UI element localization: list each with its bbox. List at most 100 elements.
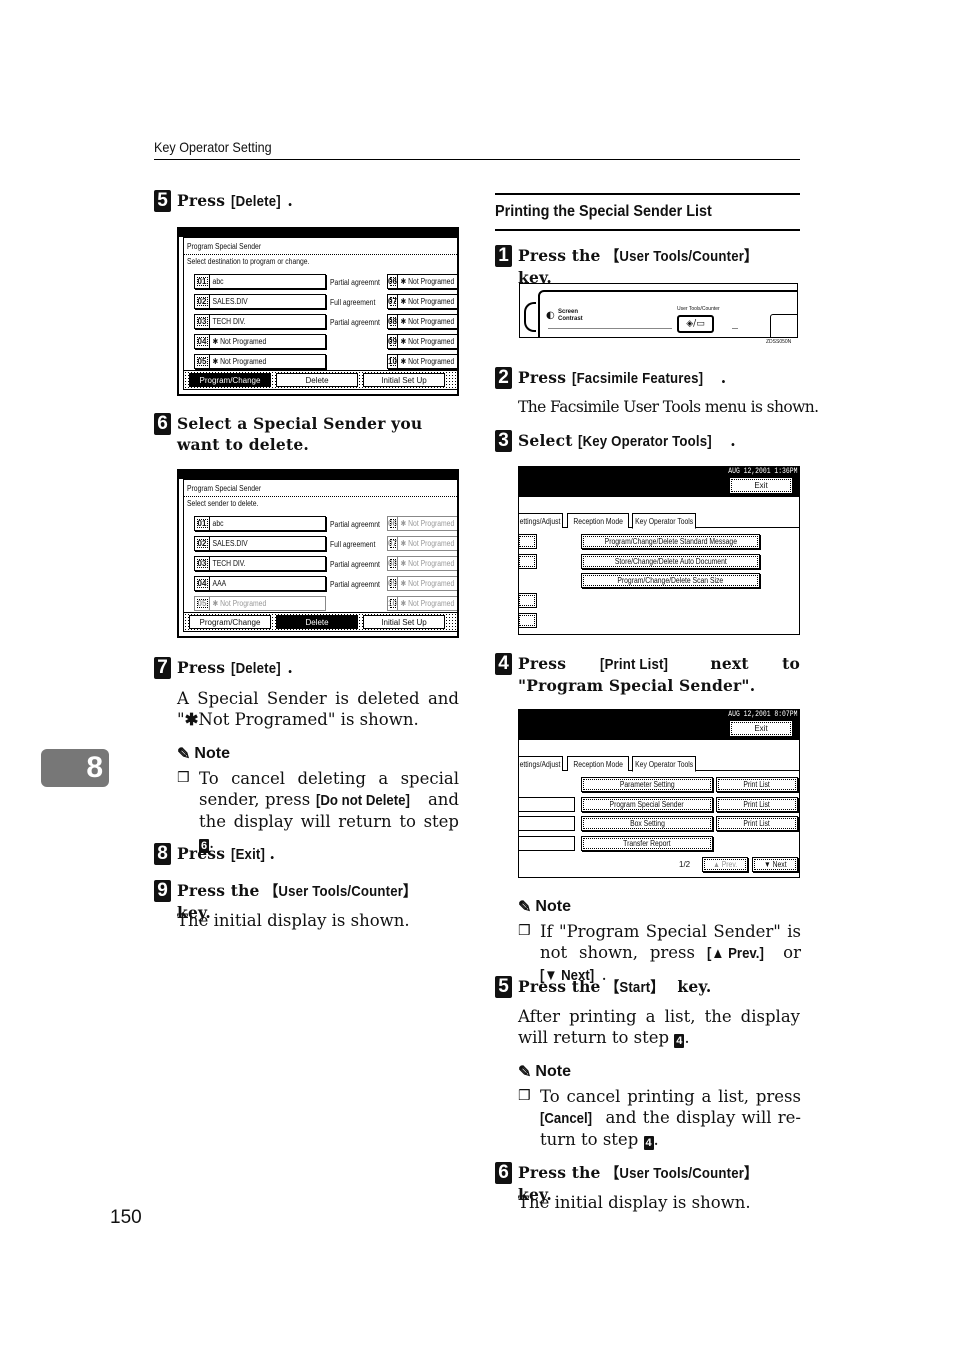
sender-entry[interactable]: 04 ✱ Not Programed bbox=[194, 334, 326, 349]
step-number: 1 bbox=[495, 245, 512, 267]
next-button[interactable]: ▼ Next bbox=[752, 857, 798, 872]
entry-name: abc bbox=[212, 277, 224, 286]
section-title: Printing the Special Sender List bbox=[495, 193, 800, 231]
entry-name: ✱ Not Programed bbox=[400, 559, 455, 568]
print-list-special-sender-button[interactable]: Print List bbox=[716, 797, 798, 812]
sender-entry[interactable]: 01 abc bbox=[194, 274, 326, 289]
entry-number: 07 bbox=[388, 537, 398, 550]
entry-number: 02 bbox=[195, 295, 210, 308]
match-type: Partial agreemnt bbox=[330, 318, 380, 327]
entry-number: 08 bbox=[388, 315, 398, 328]
step-number: 8 bbox=[154, 843, 171, 865]
sender-entry[interactable]: 09 ✱ Not Programed bbox=[387, 334, 457, 349]
entry-number: 01 bbox=[195, 517, 210, 530]
entry-number: 05 bbox=[195, 355, 210, 368]
entry-number: 03 bbox=[195, 315, 210, 328]
sender-entry[interactable]: 07 ✱ Not Programed bbox=[387, 294, 457, 309]
screen-select-sender-to-delete: Program Special Sender Select sender to … bbox=[177, 469, 459, 638]
menu-button-stub[interactable] bbox=[519, 534, 537, 549]
key-prev: [▲ Prev.] bbox=[706, 945, 764, 962]
menu-button-stub[interactable] bbox=[519, 593, 537, 608]
running-head: Key Operator Setting bbox=[154, 139, 272, 155]
entry-name: ✱ Not Programed bbox=[400, 357, 455, 366]
entry-number: 04 bbox=[195, 577, 210, 590]
entry-number: 10 bbox=[388, 355, 398, 368]
tab-key-operator-tools[interactable]: Key Operator Tools bbox=[632, 513, 696, 529]
sender-entry[interactable]: 06 ✱ Not Programed bbox=[387, 516, 457, 531]
match-type: Partial agreemnt bbox=[330, 560, 380, 569]
figure-code: ZDSS050N bbox=[766, 339, 792, 345]
sender-entry[interactable]: 02 SALES.DIV bbox=[194, 536, 326, 551]
screen-program-special-sender: Program Special Sender Select destinatio… bbox=[177, 227, 459, 396]
key-user-tools-counter: 【User Tools/Counter】 bbox=[265, 883, 417, 900]
page-indicator: 1/2 bbox=[679, 860, 691, 869]
store-change-delete-auto-document-button[interactable]: Store/Change/Delete Auto Document bbox=[581, 554, 760, 569]
tab-settings-adjust[interactable]: ettings/Adjust bbox=[519, 756, 563, 771]
initial-set-up-button[interactable]: Initial Set Up bbox=[363, 615, 445, 629]
step-5-start: 5 Press the 【Start】 key. bbox=[495, 976, 805, 998]
page-number: 150 bbox=[110, 1207, 142, 1228]
transfer-report-button[interactable]: Transfer Report bbox=[581, 836, 713, 851]
entry-name: ✱ Not Programed bbox=[400, 539, 455, 548]
tab-reception-mode[interactable]: Reception Mode bbox=[567, 756, 629, 771]
sender-entry[interactable]: 06 ✱ Not Programed bbox=[387, 274, 457, 289]
menu-button-stub[interactable] bbox=[519, 613, 537, 628]
program-change-delete-scan-size-button[interactable]: Program/Change/Delete Scan Size bbox=[581, 573, 760, 588]
program-change-button[interactable]: Program/Change bbox=[189, 615, 271, 629]
prev-button[interactable]: ▲ Prev. bbox=[702, 857, 748, 872]
match-type: Full agreement bbox=[330, 540, 376, 549]
box-setting-button[interactable]: Box Setting bbox=[581, 816, 713, 831]
program-change-delete-standard-message-button[interactable]: Program/Change/Delete Standard Message bbox=[581, 534, 760, 549]
sender-entry[interactable]: 03 TECH DIV. bbox=[194, 556, 326, 571]
tab-settings-adjust[interactable]: ettings/Adjust bbox=[519, 513, 563, 528]
exit-button[interactable]: Exit bbox=[729, 477, 793, 494]
tab-key-operator-tools[interactable]: Key Operator Tools bbox=[632, 756, 696, 772]
tab-reception-mode[interactable]: Reception Mode bbox=[567, 513, 629, 528]
print-list-parameter-button[interactable]: Print List bbox=[716, 777, 798, 792]
user-tools-counter-key[interactable]: ◈/▭ bbox=[677, 315, 714, 333]
sender-entry[interactable]: 08 ✱ Not Programed bbox=[387, 556, 457, 571]
key-key-operator-tools: [Key Operator Tools] bbox=[578, 433, 713, 450]
sender-entry[interactable]: 07 ✱ Not Programed bbox=[387, 536, 457, 551]
sender-entry[interactable]: 10 ✱ Not Programed bbox=[387, 596, 457, 611]
step-2-body: The Facsimile User Tools menu is shown. bbox=[518, 398, 819, 416]
pencil-icon: ✎ bbox=[518, 899, 532, 916]
sender-entry[interactable]: 01 abc bbox=[194, 516, 326, 531]
sender-entry[interactable]: 04 AAA bbox=[194, 576, 326, 591]
delete-button[interactable]: Delete bbox=[276, 615, 358, 629]
match-type: Full agreement bbox=[330, 298, 376, 307]
entry-name: ✱ Not Programed bbox=[400, 519, 455, 528]
entry-number: 06 bbox=[388, 275, 398, 288]
entry-name: ✱ Not Programed bbox=[212, 599, 267, 608]
sender-entry[interactable]: 08 ✱ Not Programed bbox=[387, 314, 457, 329]
match-type: Partial agreemnt bbox=[330, 580, 380, 589]
program-special-sender-button[interactable]: Program Special Sender bbox=[581, 797, 713, 812]
step-9-body: The initial display is shown. bbox=[177, 911, 410, 930]
note-heading: ✎ Note bbox=[518, 1063, 571, 1081]
initial-set-up-button[interactable]: Initial Set Up bbox=[363, 373, 445, 387]
sender-entry[interactable]: 02 SALES.DIV bbox=[194, 294, 326, 309]
entry-name: TECH DIV. bbox=[212, 317, 246, 326]
chapter-tab: 8 bbox=[41, 749, 109, 787]
exit-button[interactable]: Exit bbox=[729, 720, 793, 737]
entry-name: ✱ Not Programed bbox=[400, 277, 455, 286]
screen-facsimile-user-tools: AUG 12,2001 1:36PM Exit ettings/Adjust R… bbox=[518, 466, 800, 635]
note-heading: ✎ Note bbox=[177, 745, 230, 763]
sender-entry[interactable]: 05 ✱ Not Programed bbox=[194, 596, 326, 611]
print-list-box-setting-button[interactable]: Print List bbox=[716, 816, 798, 831]
entry-number: 02 bbox=[195, 537, 210, 550]
sender-entry[interactable]: 03 TECH DIV. bbox=[194, 314, 326, 329]
step-6-select: 6 Select a Special Sender you want to de… bbox=[154, 413, 459, 455]
sender-entry[interactable]: 10 ✱ Not Programed bbox=[387, 354, 457, 369]
pencil-icon: ✎ bbox=[518, 1064, 532, 1081]
control-panel-illustration: ◐ Screen Contrast User Tools/Counter ◈/▭ bbox=[519, 283, 798, 338]
key-exit: [Exit] bbox=[230, 846, 265, 863]
delete-button[interactable]: Delete bbox=[276, 373, 358, 387]
program-change-button[interactable]: Program/Change bbox=[189, 373, 271, 387]
menu-button-stub[interactable] bbox=[519, 554, 537, 569]
step-4-print-list: 4 Press [Print List] next to "Program Sp… bbox=[495, 653, 800, 696]
sender-entry[interactable]: 09 ✱ Not Programed bbox=[387, 576, 457, 591]
entry-number: 06 bbox=[388, 517, 398, 530]
sender-entry[interactable]: 05 ✱ Not Programed bbox=[194, 354, 326, 369]
parameter-setting-button[interactable]: Parameter Setting bbox=[581, 777, 713, 792]
